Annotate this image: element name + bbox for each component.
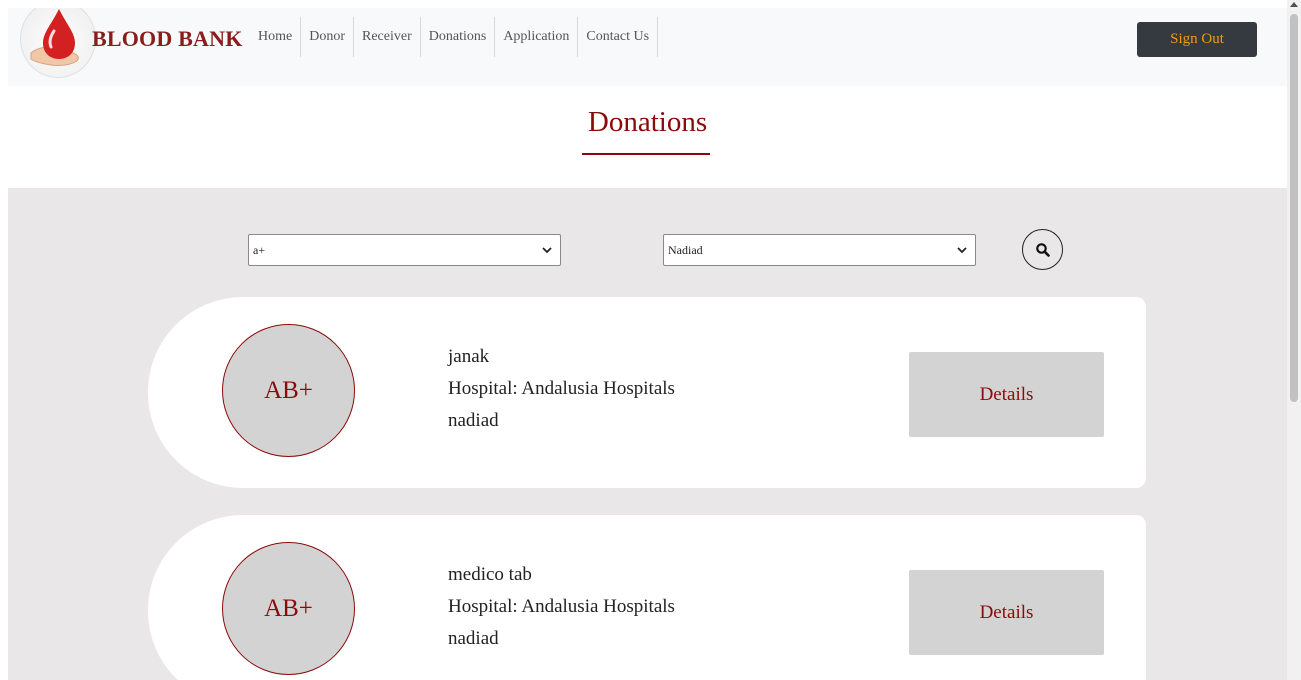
nav-application[interactable]: Application: [495, 17, 579, 57]
donations-section: a+ Nadiad AB+ janak Hospital: Andalusia …: [8, 188, 1287, 680]
details-button[interactable]: Details: [909, 352, 1104, 437]
sign-out-button[interactable]: Sign Out: [1137, 22, 1257, 57]
scrollbar-thumb[interactable]: [1290, 14, 1298, 402]
navbar: BLOOD BANK Home Donor Receiver Donations…: [8, 8, 1287, 86]
blood-group-badge: AB+: [222, 542, 355, 675]
hospital-name: Hospital: Andalusia Hospitals: [448, 378, 675, 399]
chevron-down-icon: [542, 247, 552, 254]
nav-donor[interactable]: Donor: [301, 17, 354, 57]
main-nav: Home Donor Receiver Donations Applicatio…: [250, 17, 659, 57]
donation-info: janak Hospital: Andalusia Hospitals nadi…: [448, 341, 675, 437]
donor-name: medico tab: [448, 564, 532, 585]
donor-name: janak: [448, 346, 490, 367]
blood-group-badge: AB+: [222, 324, 355, 457]
search-button[interactable]: [1022, 229, 1063, 270]
details-button[interactable]: Details: [909, 570, 1104, 655]
blood-drop-logo[interactable]: [20, 8, 96, 78]
page-title: Donations: [587, 106, 708, 138]
blood-group-select[interactable]: a+: [248, 234, 561, 266]
city-select-value: Nadiad: [668, 242, 703, 257]
chevron-down-icon: [957, 247, 967, 254]
city-select[interactable]: Nadiad: [663, 234, 976, 266]
nav-home[interactable]: Home: [250, 17, 302, 57]
scroll-up-arrow-icon[interactable]: [1290, 2, 1298, 7]
donation-card: AB+ medico tab Hospital: Andalusia Hospi…: [148, 515, 1146, 680]
nav-donations[interactable]: Donations: [421, 17, 496, 57]
hospital-name: Hospital: Andalusia Hospitals: [448, 596, 675, 617]
brand-name[interactable]: BLOOD BANK: [92, 26, 243, 52]
donation-card: AB+ janak Hospital: Andalusia Hospitals …: [148, 297, 1146, 488]
donation-info: medico tab Hospital: Andalusia Hospitals…: [448, 559, 675, 655]
donor-city: nadiad: [448, 410, 499, 431]
blood-group-select-value: a+: [253, 242, 266, 257]
page-scrollbar[interactable]: [1287, 0, 1301, 680]
page: BLOOD BANK Home Donor Receiver Donations…: [8, 8, 1287, 680]
blood-drop-icon: [30, 9, 79, 66]
title-underline: [582, 153, 710, 155]
search-icon: [1035, 242, 1050, 257]
donor-city: nadiad: [448, 628, 499, 649]
nav-receiver[interactable]: Receiver: [354, 17, 421, 57]
nav-contact-us[interactable]: Contact Us: [578, 17, 659, 57]
